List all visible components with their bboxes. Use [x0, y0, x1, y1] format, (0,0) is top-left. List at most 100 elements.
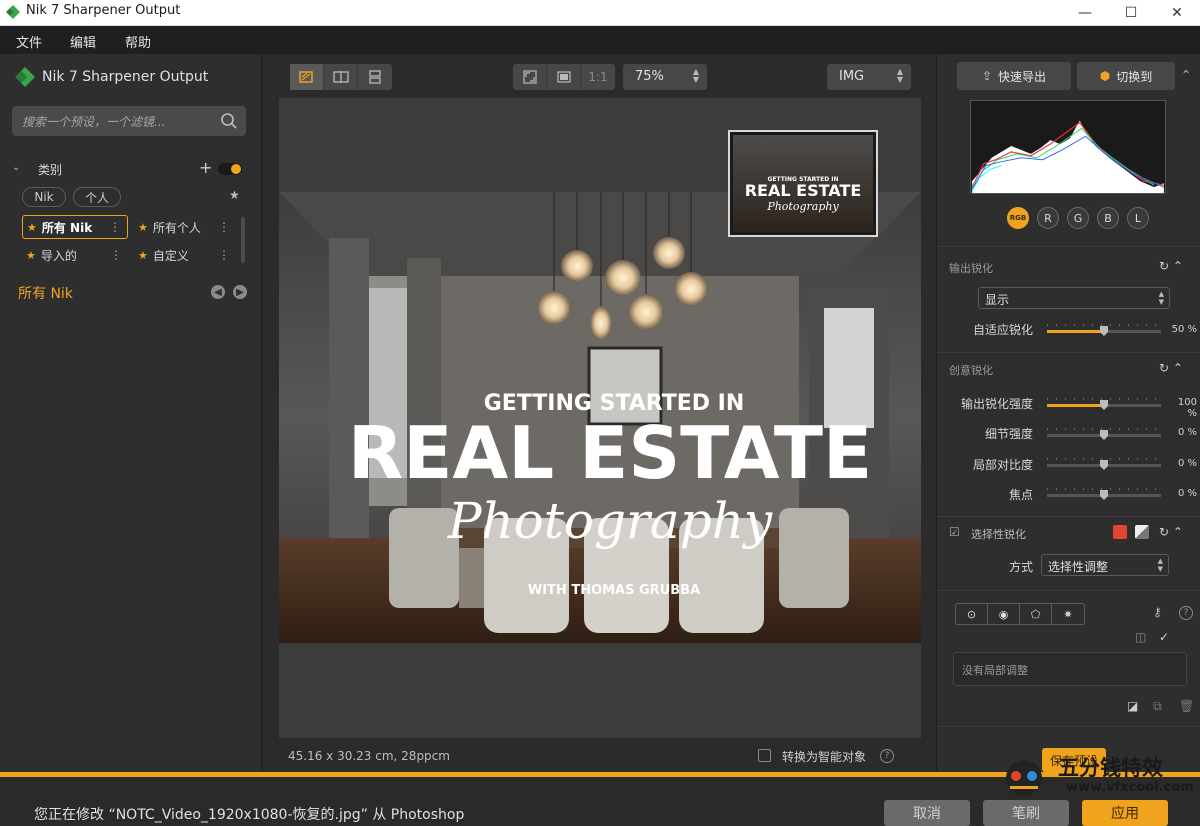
local-adjustments-list[interactable]: 没有局部调整 [953, 652, 1187, 686]
navigator-thumbnail[interactable]: GETTING STARTED IN REAL ESTATE Photograp… [728, 130, 878, 237]
prev-arrow-icon[interactable]: ◀ [211, 285, 225, 299]
more-icon[interactable]: ⋮ [110, 248, 122, 262]
profile-select[interactable]: IMG ▲ ▼ [827, 64, 911, 90]
fit-screen-button[interactable] [513, 64, 547, 90]
local-tools-group: ⊙ ◉ ⬠ ✷ [955, 603, 1085, 625]
menu-file[interactable]: 文件 [16, 32, 42, 51]
selective-checkbox-icon[interactable]: ☑ [949, 525, 960, 539]
add-category-icon[interactable]: + [199, 158, 212, 177]
eye-button[interactable]: ◉ [988, 604, 1020, 624]
fit-screen-icon [522, 70, 537, 84]
focus-label: 焦点 [1008, 488, 1033, 502]
section-controls[interactable]: ↻ ⌃ [1159, 361, 1183, 375]
method-select[interactable]: 选择性调整 ▲ ▼ [1041, 554, 1169, 576]
channel-rgb-button[interactable]: RGB [1007, 207, 1029, 229]
close-button[interactable]: ✕ [1154, 0, 1200, 26]
stacked-view-icon [369, 70, 381, 84]
structure-slider[interactable] [1047, 428, 1161, 440]
up-down-arrow-icon: ▲ ▼ [896, 67, 903, 84]
divider [937, 516, 1200, 517]
fill-screen-button[interactable] [547, 64, 581, 90]
one-to-one-button[interactable]: 1:1 [581, 64, 615, 90]
next-arrow-icon[interactable]: ▶ [233, 285, 247, 299]
lasso-icon: ⬠ [1030, 607, 1041, 621]
preset-group-custom[interactable]: ★ 自定义 ⋮ [134, 243, 236, 267]
trash-icon[interactable]: 🗑 [1179, 699, 1194, 713]
smart-object-checkbox[interactable] [758, 749, 771, 762]
focus-slider[interactable] [1047, 488, 1161, 500]
maximize-button[interactable]: ☐ [1108, 0, 1154, 26]
auto-mask-button[interactable]: ✷ [1052, 604, 1084, 624]
filter-pill-personal[interactable]: 个人 [73, 187, 121, 207]
channel-g-button[interactable]: G [1067, 207, 1089, 229]
split-view-button[interactable] [324, 64, 358, 90]
image-canvas[interactable]: GETTING STARTED IN REAL ESTATE Photograp… [279, 98, 921, 738]
slider-handle[interactable] [1100, 460, 1108, 470]
watermark-logo-icon [1006, 760, 1042, 796]
slider-handle[interactable] [1100, 430, 1108, 440]
search-icon[interactable] [220, 112, 238, 130]
channel-l-button[interactable]: L [1127, 207, 1149, 229]
fill-screen-icon [556, 71, 571, 83]
image-size-status: 45.16 x 30.23 cm, 28ppcm [288, 749, 450, 763]
quick-export-button[interactable]: ⇪ 快速导出 [957, 62, 1071, 90]
minimize-button[interactable]: — [1062, 0, 1108, 26]
section-controls[interactable]: ↻ ⌃ [1159, 259, 1183, 273]
check-icon[interactable]: ✓ [1159, 630, 1169, 644]
preset-search-input[interactable]: 搜索一个预设，一个滤镜... [12, 106, 246, 136]
mask-toggle-icon[interactable] [1135, 525, 1149, 539]
divider [937, 246, 1200, 247]
section-controls[interactable]: ↻ ⌃ [1159, 525, 1183, 539]
key-icon[interactable]: ⚷ [1153, 605, 1162, 619]
control-point-icon: ⊙ [966, 607, 977, 621]
zoom-select[interactable]: 75% ▲ ▼ [623, 64, 707, 90]
channel-r-button[interactable]: R [1037, 207, 1059, 229]
more-icon[interactable]: ⋮ [218, 248, 230, 262]
preset-group-all-nik[interactable]: ★ 所有 Nik ⋮ [22, 215, 128, 239]
presets-panel: Nik 7 Sharpener Output 搜索一个预设，一个滤镜... ⌄ … [0, 54, 262, 772]
preset-group-imported[interactable]: ★ 导入的 ⋮ [22, 243, 128, 267]
single-view-icon [298, 71, 313, 83]
single-view-button[interactable] [290, 64, 324, 90]
current-group-title: 所有 Nik [18, 286, 73, 302]
preset-group-all-personal[interactable]: ★ 所有个人 ⋮ [134, 215, 236, 239]
slider-handle[interactable] [1100, 326, 1108, 336]
favorite-star-icon[interactable]: ★ [229, 188, 240, 202]
more-icon[interactable]: ⋮ [218, 220, 230, 234]
copy-icon[interactable]: ⧉ [1153, 699, 1162, 714]
side-by-side-button[interactable] [358, 64, 392, 90]
preview-area: 1:1 75% ▲ ▼ IMG ▲ ▼ GETTING STARTED IN R… [266, 54, 934, 772]
structure-value: 0 % [1177, 427, 1197, 438]
category-toggle[interactable] [218, 163, 242, 175]
output-strength-slider[interactable] [1047, 398, 1161, 410]
color-swatch-icon[interactable] [1113, 525, 1127, 539]
edit-icon[interactable]: ◪ [1127, 699, 1138, 713]
category-scrollbar[interactable] [241, 217, 245, 263]
slider-handle[interactable] [1100, 400, 1108, 410]
cancel-button[interactable]: 取消 [884, 800, 970, 826]
focus-value: 0 % [1177, 488, 1197, 499]
menu-edit[interactable]: 编辑 [70, 32, 96, 51]
preview-image: GETTING STARTED IN REAL ESTATE Photograp… [279, 130, 921, 643]
control-point-button[interactable]: ⊙ [956, 604, 988, 624]
slider-handle[interactable] [1100, 490, 1108, 500]
menu-bar: 文件 编辑 帮助 [0, 26, 1200, 54]
output-strength-value: 100 % [1177, 397, 1197, 419]
menu-help[interactable]: 帮助 [125, 32, 151, 51]
channel-b-button[interactable]: B [1097, 207, 1119, 229]
adaptive-sharpening-slider[interactable] [1047, 324, 1161, 336]
filter-pill-nik[interactable]: Nik [22, 187, 66, 207]
help-icon[interactable]: ? [880, 749, 894, 763]
star-icon: ★ [138, 220, 148, 234]
help-icon[interactable]: ? [1179, 606, 1193, 620]
svg-text:Photography: Photography [766, 200, 839, 213]
chevron-down-icon[interactable]: ⌄ [12, 162, 20, 173]
more-icon[interactable]: ⋮ [109, 220, 121, 234]
mask-view-icon[interactable]: ◫ [1135, 630, 1146, 644]
collapse-top-icon[interactable]: ⌃ [1181, 68, 1191, 82]
selective-sharpening-header: 选择性锐化 [971, 528, 1026, 541]
polygon-lasso-button[interactable]: ⬠ [1020, 604, 1052, 624]
local-contrast-slider[interactable] [1047, 458, 1161, 470]
switch-to-button[interactable]: ⬢ 切换到 [1077, 62, 1175, 90]
display-select[interactable]: 显示 ▲ ▼ [978, 287, 1170, 309]
